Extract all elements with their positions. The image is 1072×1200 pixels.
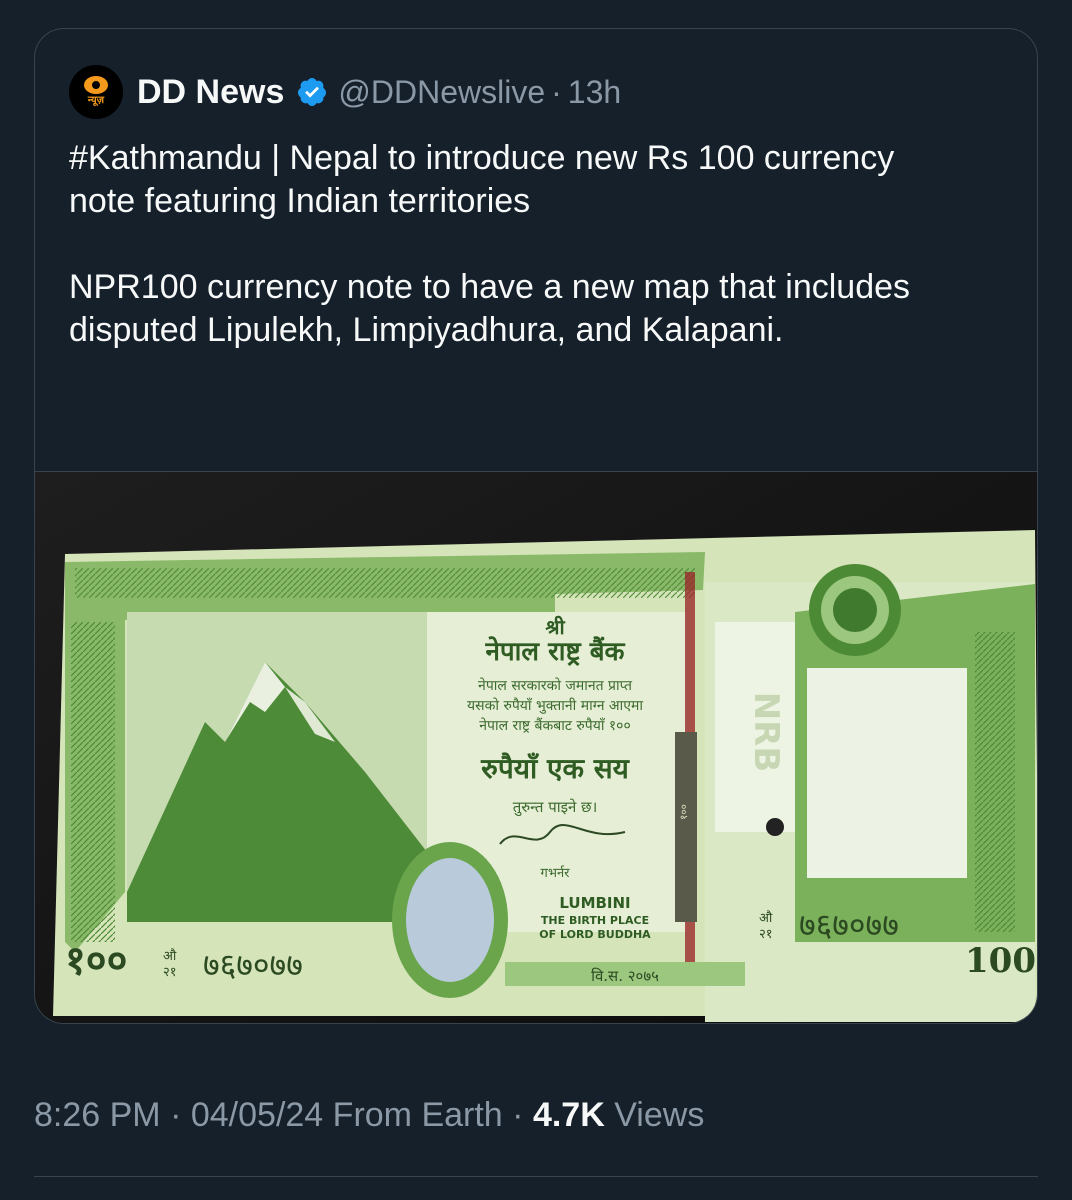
security-thread-number: १०० (679, 804, 690, 820)
banknote-promise-line1: नेपाल सरकारको जमानत प्राप्त (478, 677, 633, 694)
quoted-tweet-card[interactable]: न्यूज़ DD News @DDNewslive · 13h #Kathma… (34, 28, 1038, 1024)
tweet-time[interactable]: 8:26 PM (34, 1096, 161, 1135)
tweet-media-photo[interactable]: श्री नेपाल राष्ट्र बैंक नेपाल सरकारको जम… (35, 471, 1037, 1023)
pillar (675, 732, 697, 922)
tweet-time-ago[interactable]: 13h (568, 74, 621, 111)
serial-prefix-bottom-left: २१ (163, 965, 177, 980)
banknote-image: श्री नेपाल राष्ट्र बैंक नेपाल सरकारको जम… (35, 472, 1037, 1023)
banknote-birth-place-1: THE BIRTH PLACE (541, 914, 649, 927)
banknote-payable: तुरुन्त पाइने छ। (513, 798, 598, 817)
serial-number-left: ७६७०७७ (203, 946, 303, 984)
author-name[interactable]: DD News (137, 73, 284, 112)
tweet-location: From Earth (332, 1096, 503, 1134)
avatar[interactable]: न्यूज़ (69, 65, 123, 119)
banknote-bank-name: नेपाल राष्ट्र बैंक (484, 636, 625, 667)
banknote-birth-place-2: OF LORD BUDDHA (539, 928, 651, 941)
banknote-lumbini: LUMBINI (559, 894, 630, 912)
watermark-oval (406, 858, 494, 982)
banknote-denomination-right: 100 (965, 941, 1036, 981)
banknote-shri: श्री (545, 615, 565, 639)
footer-separator-2: · (512, 1096, 524, 1134)
watermark-window (807, 668, 967, 878)
banknote-year: वि.स. २०७५ (591, 967, 659, 985)
tweet-footer-meta: 8:26 PM · 04/05/24 From Earth · 4.7K Vie… (34, 1096, 704, 1135)
banknote-amount-words: रुपैयाँ एक सय (480, 752, 631, 785)
footer-space (323, 1096, 332, 1135)
tweet-date[interactable]: 04/05/24 (191, 1096, 323, 1135)
footer-space-2 (605, 1096, 614, 1135)
footer-separator-1: · (170, 1096, 182, 1134)
serial-prefix-top-right: औ (759, 910, 773, 926)
header-separator: · (551, 73, 562, 110)
serial-prefix-bottom-right: २१ (759, 927, 773, 942)
optical-dot (766, 818, 784, 836)
banknote-nrb: NRB (746, 692, 786, 773)
tweet-text: #Kathmandu | Nepal to introduce new Rs 1… (69, 139, 911, 349)
views-count[interactable]: 4.7K (533, 1096, 605, 1135)
avatar-label: न्यूज़ (87, 95, 105, 106)
serial-number-right: ७६७०७७ (799, 906, 899, 944)
banknote-promise-line2: यसको रुपैयाँ भुक्तानी माग्न आएमा (467, 697, 643, 714)
author-handle[interactable]: @DDNewslive (338, 74, 545, 111)
dd-logo-icon (84, 76, 108, 94)
divider (34, 1176, 1038, 1177)
views-label: Views (614, 1096, 705, 1134)
verified-badge-icon (296, 76, 328, 108)
banknote-denomination-left: १०० (65, 938, 127, 984)
serial-prefix-top-left: औ (163, 948, 177, 964)
quoted-tweet-header: न्यूज़ DD News @DDNewslive · 13h (69, 65, 621, 119)
banknote-promise-line3: नेपाल राष्ट्र बैंकबाट रुपैयाँ १०० (479, 717, 631, 734)
banknote-governor: गभर्नर (541, 865, 571, 881)
